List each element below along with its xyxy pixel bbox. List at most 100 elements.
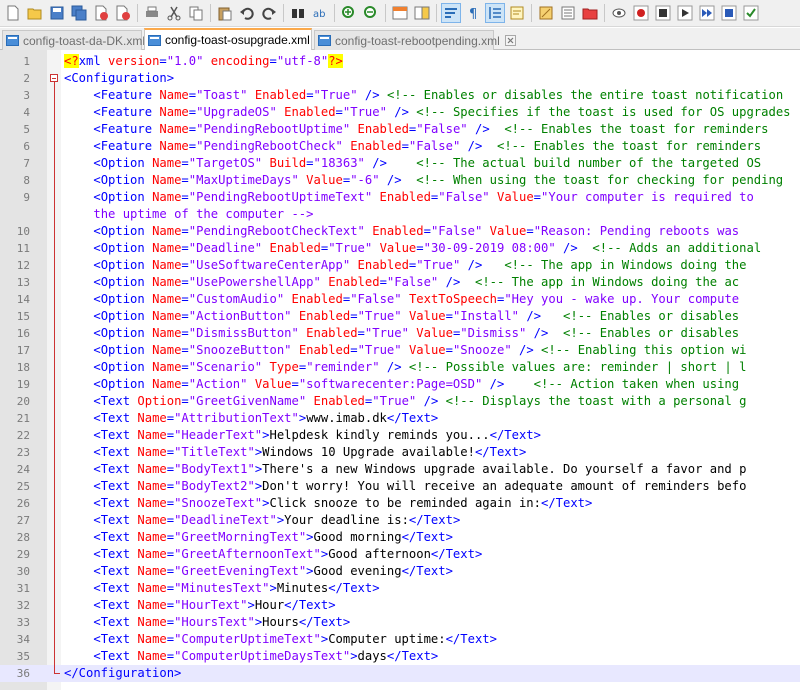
code-line[interactable]: 15 <Option Name="ActionButton" Enabled="… <box>0 308 800 325</box>
code-line[interactable]: 32 <Text Name="HourText">Hour</Text> <box>0 597 800 614</box>
code-line[interactable]: 9 <Option Name="PendingRebootUptimeText"… <box>0 189 800 206</box>
code-token: "BodyText1" <box>174 462 255 476</box>
sync-horizontal-icon[interactable] <box>413 4 431 22</box>
code-line[interactable]: 7 <Option Name="TargetOS" Build="18363" … <box>0 155 800 172</box>
show-all-chars-icon[interactable]: ¶ <box>464 4 482 22</box>
code-line[interactable]: 4 <Feature Name="UpgradeOS" Enabled="Tru… <box>0 104 800 121</box>
code-line[interactable]: 11 <Option Name="Deadline" Enabled="True… <box>0 240 800 257</box>
record-macro-icon[interactable] <box>632 4 650 22</box>
tab-config-toast-osupgrade[interactable]: config-toast-osupgrade.xml <box>144 28 326 50</box>
zoom-in-icon[interactable] <box>340 4 358 22</box>
code-line[interactable]: 30 <Text Name="GreetEveningText">Good ev… <box>0 563 800 580</box>
fold-collapse-icon[interactable] <box>50 74 58 82</box>
sync-vertical-icon[interactable] <box>391 4 409 22</box>
code-line[interactable]: 34 <Text Name="ComputerUptimeText">Compu… <box>0 631 800 648</box>
find-icon[interactable] <box>289 4 307 22</box>
code-token: "False" <box>438 190 490 204</box>
save-macro-icon[interactable] <box>720 4 738 22</box>
code-token: </Text> <box>489 428 541 442</box>
code-token: Name <box>137 462 167 476</box>
save-icon[interactable] <box>48 4 66 22</box>
doc-map-icon[interactable] <box>537 4 555 22</box>
code-token: the uptime of the computer --> <box>93 207 314 221</box>
code-text: <Text Name="ComputerUptimeText">Computer… <box>64 631 497 648</box>
close-icon[interactable] <box>92 4 110 22</box>
svg-text:¶: ¶ <box>469 7 477 21</box>
code-token: "False" <box>416 122 468 136</box>
code-line[interactable]: 22 <Text Name="HeaderText">Helpdesk kind… <box>0 427 800 444</box>
close-all-icon[interactable] <box>114 4 132 22</box>
code-line[interactable]: 31 <Text Name="MinutesText">Minutes</Tex… <box>0 580 800 597</box>
code-line[interactable]: 19 <Option Name="Action" Value="software… <box>0 376 800 393</box>
spell-check-icon[interactable] <box>742 4 760 22</box>
function-list-icon[interactable] <box>559 4 577 22</box>
code-line[interactable]: 12 <Option Name="UseSoftwareCenterApp" E… <box>0 257 800 274</box>
folder-workspace-icon[interactable] <box>581 4 599 22</box>
code-line[interactable]: the uptime of the computer --> <box>0 206 800 223</box>
code-token: = <box>188 122 197 136</box>
code-token: Hours <box>262 615 299 629</box>
code-line[interactable]: 20 <Text Option="GreetGivenName" Enabled… <box>0 393 800 410</box>
save-all-icon[interactable] <box>70 4 88 22</box>
stop-macro-icon[interactable] <box>654 4 672 22</box>
undo-icon[interactable] <box>238 4 256 22</box>
code-line[interactable]: 35 <Text Name="ComputerUptimeDaysText">d… <box>0 648 800 665</box>
code-line[interactable]: 25 <Text Name="BodyText2">Don't worry! Y… <box>0 478 800 495</box>
code-token: TextToSpeech <box>408 292 497 306</box>
user-language-icon[interactable] <box>508 4 526 22</box>
code-token: = <box>181 292 189 306</box>
cut-icon[interactable] <box>165 4 183 22</box>
code-line[interactable]: 3 <Feature Name="Toast" Enabled="True" /… <box>0 87 800 104</box>
code-line[interactable]: 21 <Text Name="AttributionText">www.imab… <box>0 410 800 427</box>
code-line[interactable]: 2 <Configuration> <box>0 70 800 87</box>
code-line[interactable]: 10 <Option Name="PendingRebootCheckText"… <box>0 223 800 240</box>
redo-icon[interactable] <box>260 4 278 22</box>
code-token: "ActionButton" <box>188 309 292 323</box>
code-line[interactable]: 27 <Text Name="DeadlineText">Your deadli… <box>0 512 800 529</box>
monitoring-icon[interactable] <box>610 4 628 22</box>
replace-icon[interactable]: ab <box>311 4 329 22</box>
paste-icon[interactable] <box>216 4 234 22</box>
code-line[interactable]: 33 <Text Name="HoursText">Hours</Text> <box>0 614 800 631</box>
code-line[interactable]: 5 <Feature Name="PendingRebootUptime" En… <box>0 121 800 138</box>
code-line[interactable]: 26 <Text Name="SnoozeText">Click snooze … <box>0 495 800 512</box>
code-token: <Option <box>93 173 153 187</box>
code-line[interactable]: 24 <Text Name="BodyText1">There's a new … <box>0 461 800 478</box>
code-line[interactable]: 23 <Text Name="TitleText">Windows 10 Upg… <box>0 444 800 461</box>
close-tab-icon[interactable] <box>504 35 516 46</box>
toolbar-separator <box>385 4 386 22</box>
zoom-out-icon[interactable] <box>362 4 380 22</box>
code-line[interactable]: 18 <Option Name="Scenario" Type="reminde… <box>0 359 800 376</box>
code-token: </Text> <box>401 530 453 544</box>
run-macro-multiple-icon[interactable] <box>698 4 716 22</box>
code-editor[interactable]: 1 <?xml version="1.0" encoding="utf-8"?> 2… <box>0 50 800 690</box>
code-line[interactable]: 17 <Option Name="SnoozeButton" Enabled="… <box>0 342 800 359</box>
word-wrap-icon[interactable] <box>441 3 461 23</box>
code-line[interactable]: 1 <?xml version="1.0" encoding="utf-8"?> <box>0 53 800 70</box>
indent-guide-icon[interactable] <box>485 3 505 23</box>
code-line[interactable]: 28 <Text Name="GreetMorningText">Good mo… <box>0 529 800 546</box>
code-token: "GreetAfternoonText" <box>174 547 321 561</box>
play-macro-icon[interactable] <box>676 4 694 22</box>
copy-icon[interactable] <box>187 4 205 22</box>
tab-config-toast-da-dk[interactable]: config-toast-da-DK.xml <box>2 30 162 50</box>
code-line[interactable]: 6 <Feature Name="PendingRebootCheck" Ena… <box>0 138 800 155</box>
code-line[interactable]: 36 </Configuration> <box>0 665 800 682</box>
code-lines[interactable]: 1 <?xml version="1.0" encoding="utf-8"?> 2… <box>0 53 800 682</box>
line-number: 8 <box>23 174 30 187</box>
code-token: /> <box>438 275 461 289</box>
code-line[interactable]: 16 <Option Name="DismissButton" Enabled=… <box>0 325 800 342</box>
code-line[interactable]: 29 <Text Name="GreetAfternoonText">Good … <box>0 546 800 563</box>
print-icon[interactable] <box>143 4 161 22</box>
new-file-icon[interactable] <box>4 4 22 22</box>
toolbar: ab ¶ <box>0 0 800 27</box>
code-token: Name <box>137 598 167 612</box>
code-line[interactable]: 13 <Option Name="UsePowershellApp" Enabl… <box>0 274 800 291</box>
code-line[interactable]: 14 <Option Name="CustomAudio" Enabled="F… <box>0 291 800 308</box>
open-file-icon[interactable] <box>26 4 44 22</box>
tab-config-toast-rebootpending[interactable]: config-toast-rebootpending.xml <box>314 30 516 50</box>
code-line[interactable]: 8 <Option Name="MaxUptimeDays" Value="-6… <box>0 172 800 189</box>
